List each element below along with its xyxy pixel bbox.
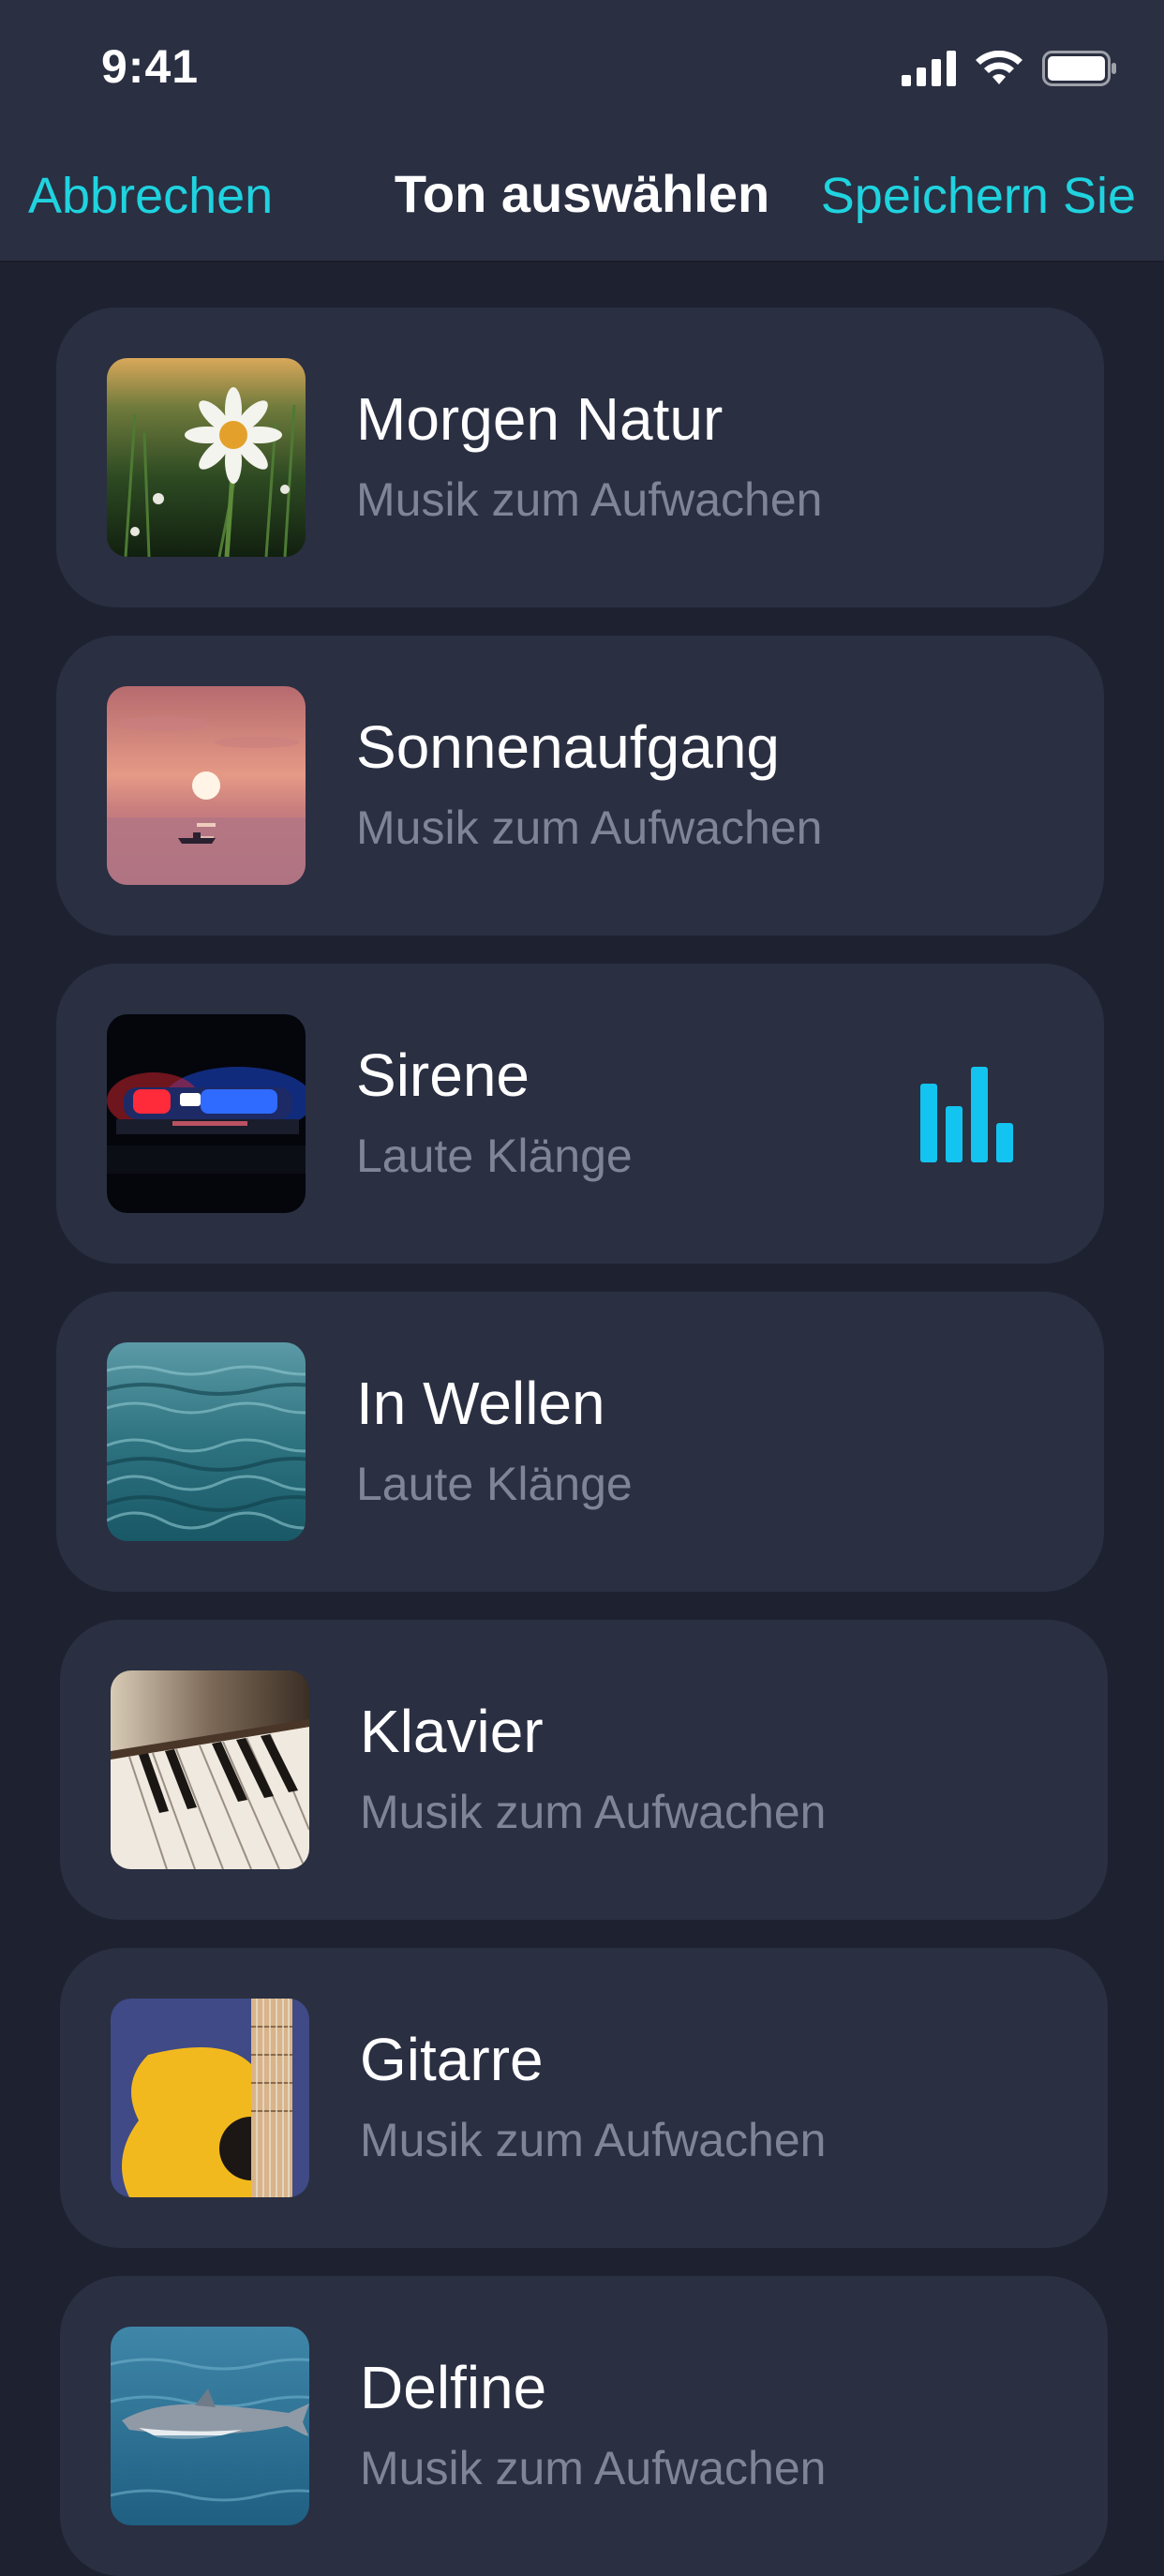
sound-title: Klavier	[360, 1698, 544, 1765]
sound-item-delfine[interactable]: Delfine Musik zum Aufwachen	[60, 2276, 1108, 2576]
sound-item-gitarre[interactable]: Gitarre Musik zum Aufwachen	[60, 1948, 1108, 2248]
navigation-bar: Abbrechen Ton auswählen Speichern Sie	[0, 141, 1164, 262]
sound-subtitle: Musik zum Aufwachen	[360, 2442, 827, 2494]
sea-waves-image	[107, 1342, 306, 1541]
cellular-signal-icon	[902, 51, 956, 91]
sound-title: Sirene	[356, 1041, 530, 1109]
sound-subtitle: Musik zum Aufwachen	[360, 1786, 827, 1838]
sound-title: In Wellen	[356, 1370, 605, 1437]
sound-subtitle: Musik zum Aufwachen	[356, 801, 823, 854]
sound-item-sirene[interactable]: Sirene Laute Klänge	[56, 964, 1104, 1264]
sound-title: Gitarre	[360, 2026, 544, 2093]
battery-icon	[1042, 51, 1117, 91]
sound-item-in-wellen[interactable]: In Wellen Laute Klänge	[56, 1292, 1104, 1592]
sound-subtitle: Musik zum Aufwachen	[356, 473, 823, 526]
sound-item-morgen-natur[interactable]: Morgen Natur Musik zum Aufwachen	[56, 307, 1104, 607]
guitar-image	[111, 1999, 309, 2197]
wifi-icon	[975, 50, 1023, 91]
sound-item-klavier[interactable]: Klavier Musik zum Aufwachen	[60, 1620, 1108, 1920]
sound-subtitle: Musik zum Aufwachen	[360, 2114, 827, 2166]
sound-title: Delfine	[360, 2354, 547, 2421]
sound-item-sonnenaufgang[interactable]: Sonnenaufgang Musik zum Aufwachen	[56, 636, 1104, 936]
sound-subtitle: Laute Klänge	[356, 1130, 633, 1182]
status-time: 9:41	[101, 40, 200, 93]
save-button[interactable]: Speichern Sie	[821, 167, 1136, 225]
dolphin-image	[111, 2327, 309, 2525]
status-icons	[902, 50, 1117, 91]
sound-title: Sonnenaufgang	[356, 713, 780, 781]
police-siren-image	[107, 1014, 306, 1213]
now-playing-equalizer-icon	[918, 1065, 1016, 1162]
sound-subtitle: Laute Klänge	[356, 1458, 633, 1510]
sunrise-sea-image	[107, 686, 306, 885]
daisy-field-image	[107, 358, 306, 557]
sound-title: Morgen Natur	[356, 385, 724, 453]
status-bar: 9:41	[0, 0, 1164, 141]
piano-keys-image	[111, 1670, 309, 1869]
